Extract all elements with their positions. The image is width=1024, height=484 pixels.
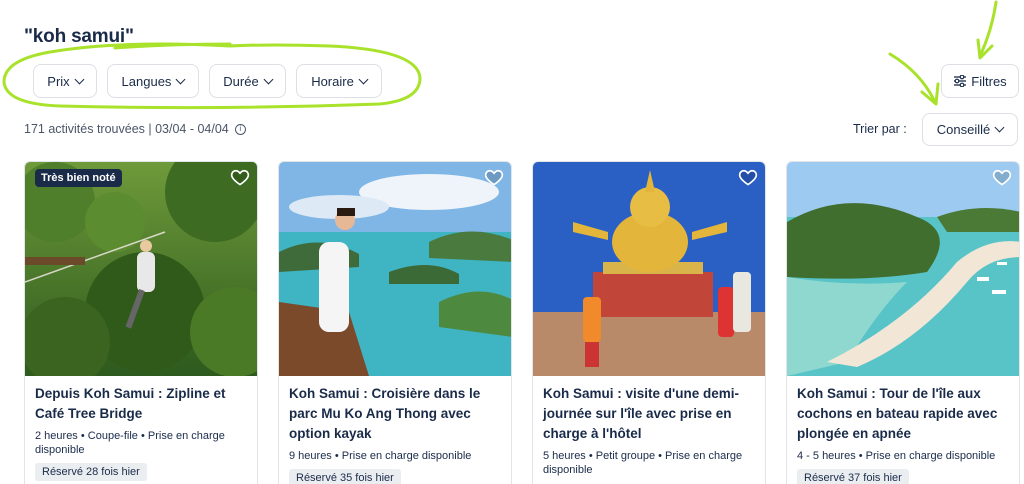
heart-icon[interactable] (484, 167, 504, 187)
arrow-annotation (888, 52, 936, 102)
search-query-title: "koh samui" (24, 26, 134, 47)
activity-image-angthong (279, 162, 511, 376)
booked-badge: Réservé 28 fois hier (35, 463, 147, 481)
chevron-down-icon (175, 74, 186, 84)
results-count: 171 activités trouvées | 03/04 - 04/04 i (24, 122, 246, 136)
activity-meta: 4 - 5 heures • Prise en charge disponibl… (797, 450, 996, 462)
heart-icon[interactable] (230, 167, 250, 187)
activity-meta: 9 heures • Prise en charge disponible (289, 450, 472, 462)
chevron-down-icon (74, 74, 85, 84)
heart-icon[interactable] (738, 167, 758, 187)
chevron-down-icon (263, 74, 274, 84)
filter-language-label: Langues (121, 73, 172, 89)
info-icon[interactable]: i (234, 123, 246, 135)
activity-meta: 2 heures • Coupe-file • Prise en charge … (35, 430, 225, 456)
chevron-down-icon (994, 122, 1005, 133)
filter-duration-button[interactable]: Durée (209, 64, 286, 98)
filter-time-label: Horaire (311, 73, 354, 89)
activity-title[interactable]: Koh Samui : visite d'une demi-journée su… (543, 384, 755, 444)
sort-select[interactable]: Conseillé (922, 113, 1018, 146)
chevron-down-icon (358, 74, 369, 84)
all-filters-button[interactable]: Filtres (941, 64, 1019, 98)
filter-time-button[interactable]: Horaire (296, 64, 382, 98)
filter-price-button[interactable]: Prix (33, 64, 97, 98)
sort-label: Trier par : (853, 122, 907, 136)
activity-meta: 5 heures • Petit groupe • Prise en charg… (543, 450, 743, 476)
activity-title[interactable]: Koh Samui : Tour de l'île aux cochons en… (797, 384, 1009, 444)
top-rated-badge: Très bien noté (35, 169, 122, 187)
filter-duration-label: Durée (223, 73, 259, 89)
filter-price-label: Prix (47, 73, 70, 89)
activity-image-zipline: Très bien noté (25, 162, 257, 376)
sliders-icon (954, 75, 967, 87)
activity-title[interactable]: Depuis Koh Samui : Zipline et Café Tree … (35, 384, 247, 424)
booked-badge: Réservé 35 fois hier (289, 469, 401, 484)
activity-card[interactable]: Très bien noté Depuis Koh Samui : Ziplin… (24, 161, 258, 484)
arrow-annotation (978, 0, 998, 58)
activity-title[interactable]: Koh Samui : Croisière dans le parc Mu Ko… (289, 384, 501, 444)
activity-card[interactable]: Koh Samui : Tour de l'île aux cochons en… (786, 161, 1020, 484)
heart-icon[interactable] (992, 167, 1012, 187)
filter-language-button[interactable]: Langues (107, 64, 199, 98)
activity-card[interactable]: Koh Samui : Croisière dans le parc Mu Ko… (278, 161, 512, 484)
all-filters-label: Filtres (971, 73, 1007, 89)
booked-badge: Réservé 37 fois hier (797, 469, 909, 484)
activity-image-pig-island (787, 162, 1019, 376)
activity-image-big-buddha (533, 162, 765, 376)
results-count-text: 171 activités trouvées | 03/04 - 04/04 (24, 122, 229, 136)
sort-value: Conseillé (936, 122, 991, 137)
activity-card[interactable]: Koh Samui : visite d'une demi-journée su… (532, 161, 766, 484)
